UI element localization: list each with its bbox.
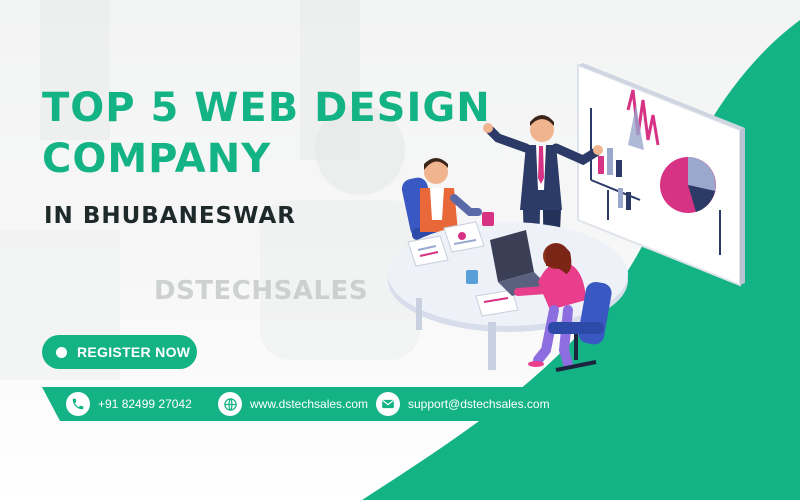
email-address: support@dstechsales.com — [408, 397, 550, 411]
contact-bar: +91 82499 27042 www.dstechsales.com supp… — [42, 387, 582, 421]
register-now-label: REGISTER NOW — [77, 344, 191, 360]
contact-email[interactable]: support@dstechsales.com — [376, 392, 550, 416]
subtitle: IN BHUBANESWAR — [44, 203, 296, 229]
banner: TOP 5 WEB DESIGN COMPANY IN BHUBANESWAR … — [0, 0, 800, 500]
contact-website[interactable]: www.dstechsales.com — [218, 392, 368, 416]
meeting-illustration — [388, 63, 745, 372]
phone-icon — [66, 392, 90, 416]
register-now-button[interactable]: REGISTER NOW — [42, 335, 197, 369]
phone-number: +91 82499 27042 — [98, 397, 192, 411]
dot-icon — [56, 346, 67, 358]
website-url: www.dstechsales.com — [250, 397, 369, 411]
watermark: DSTECHSALES — [154, 276, 369, 306]
globe-icon — [218, 392, 242, 416]
contact-phone[interactable]: +91 82499 27042 — [66, 392, 192, 416]
sitting-man-figure — [420, 158, 482, 232]
mail-icon — [376, 392, 400, 416]
